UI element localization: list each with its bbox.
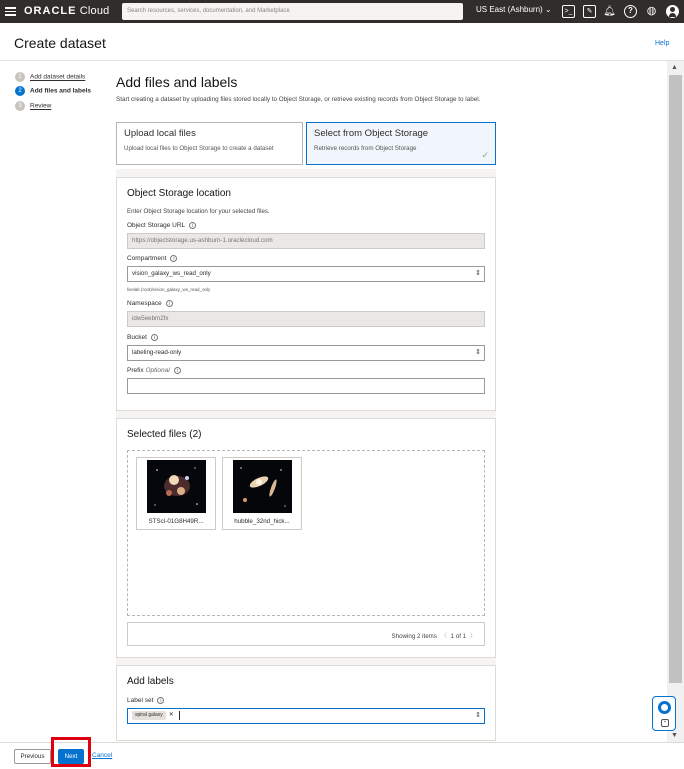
object-storage-url-field: https://objectstorage.us-ashburn-1.oracl… xyxy=(127,233,485,249)
compartment-path-hint: livelab (root)/vision_galaxy_ws_read_onl… xyxy=(127,287,211,292)
section-title: Add files and labels xyxy=(116,74,238,90)
label-chip: spiral galaxy xyxy=(132,711,166,720)
compartment-label: Compartment i xyxy=(127,255,178,262)
bucket-label: Bucket i xyxy=(127,334,158,341)
galaxy-thumbnail-1 xyxy=(147,460,206,513)
cloud-shell-icon[interactable]: >_ xyxy=(562,5,575,18)
step-add-files-and-labels: 2 Add files and labels xyxy=(15,86,91,97)
help-icon[interactable]: ? xyxy=(624,5,637,18)
prefix-label: Prefix Optional i xyxy=(127,367,181,374)
panel-title: Object Storage location xyxy=(127,188,231,199)
section-intro: Start creating a dataset by uploading fi… xyxy=(116,96,481,103)
step-label: Review xyxy=(30,102,52,110)
label-set-input[interactable]: spiral galaxy ✕ ⇕ xyxy=(127,708,485,724)
step-review[interactable]: 3 Review xyxy=(15,101,51,112)
next-button-highlight xyxy=(51,737,91,767)
help-widget[interactable]: ▪ xyxy=(652,696,676,731)
namespace-field: idw5eebm2fx xyxy=(127,311,485,327)
cancel-link[interactable]: Cancel xyxy=(92,752,112,759)
compartment-select[interactable]: vision_galaxy_ws_read_only ⇕ xyxy=(127,266,485,282)
object-storage-url-label: Object Storage URL i xyxy=(127,222,197,229)
panel-subtitle: Enter Object Storage location for your s… xyxy=(127,208,270,215)
menu-icon[interactable] xyxy=(5,7,16,16)
namespace-label: Namespace i xyxy=(127,300,173,307)
chevron-updown-icon: ⇕ xyxy=(475,270,481,277)
scrollbar-thumb[interactable] xyxy=(669,75,682,683)
upload-local-files-tile[interactable]: Upload local files Upload local files to… xyxy=(116,122,303,165)
bell-icon[interactable]: 🔔︎ xyxy=(603,5,616,18)
text-cursor xyxy=(178,711,180,720)
lifebuoy-icon xyxy=(658,701,671,714)
region-selector[interactable]: US East (Ashburn) ⌄ xyxy=(476,5,552,14)
bucket-select[interactable]: labeling-read-only ⇕ xyxy=(127,345,485,361)
user-avatar-icon[interactable] xyxy=(666,5,679,18)
info-icon[interactable]: i xyxy=(157,697,165,704)
galaxy-thumbnail-2 xyxy=(233,460,292,513)
step-label: Add dataset details xyxy=(30,73,86,81)
info-icon[interactable]: i xyxy=(165,300,173,307)
file-card[interactable]: STScI-01G8H49R... xyxy=(136,457,216,530)
info-icon[interactable]: i xyxy=(150,334,158,341)
step-add-dataset-details[interactable]: 1 Add dataset details xyxy=(15,72,85,83)
file-dropzone[interactable]: STScI-01G8H49R... hubble_32nd_hick... xyxy=(127,450,485,616)
pagination-status: Showing 2 items 〈 1 of 1 〉 xyxy=(391,633,476,640)
panel-title: Selected files (2) xyxy=(127,429,202,440)
divider xyxy=(0,60,684,61)
page-title: Create dataset xyxy=(14,35,106,51)
add-labels-panel: Add labels Label set i spiral galaxy ✕ ⇕ xyxy=(116,665,496,741)
prefix-input[interactable] xyxy=(127,378,485,394)
chevron-updown-icon: ⇕ xyxy=(475,349,481,356)
chevron-left-icon[interactable]: 〈 xyxy=(441,633,447,640)
top-navigation-bar: ORACLE Cloud Search resources, services,… xyxy=(0,0,684,23)
tile-description: Upload local files to Object Storage to … xyxy=(124,145,274,152)
object-storage-location-panel: Object Storage location Enter Object Sto… xyxy=(116,177,496,411)
remove-chip-icon[interactable]: ✕ xyxy=(169,712,174,718)
file-name: hubble_32nd_hick... xyxy=(234,518,290,525)
chevron-updown-icon: ⇕ xyxy=(475,712,481,719)
oracle-cloud-logo[interactable]: ORACLE Cloud xyxy=(24,5,109,17)
selected-files-panel: Selected files (2) STScI-01G8H49R... hub… xyxy=(116,418,496,658)
step-label: Add files and labels xyxy=(30,87,92,95)
panel-title: Add labels xyxy=(127,676,174,687)
file-card[interactable]: hubble_32nd_hick... xyxy=(222,457,302,530)
search-input[interactable]: Search resources, services, documentatio… xyxy=(122,3,463,20)
tile-title: Upload local files xyxy=(124,128,196,139)
step-number: 1 xyxy=(15,72,25,82)
tile-title: Select from Object Storage xyxy=(314,128,429,139)
expand-icon[interactable]: ▪ xyxy=(661,719,669,727)
globe-icon[interactable]: ◍ xyxy=(645,5,658,18)
select-from-object-storage-tile[interactable]: Select from Object Storage Retrieve reco… xyxy=(306,122,496,165)
file-name: STScI-01G8H49R... xyxy=(148,518,204,525)
checkmark-icon: ✓ xyxy=(481,150,489,160)
chevron-right-icon[interactable]: 〉 xyxy=(470,633,476,640)
edit-icon[interactable]: ✎ xyxy=(583,5,596,18)
pagination-bar: Showing 2 items 〈 1 of 1 〉 xyxy=(127,622,485,646)
step-number: 3 xyxy=(15,101,25,111)
info-icon[interactable]: i xyxy=(173,367,181,374)
previous-button[interactable]: Previous xyxy=(14,749,51,764)
scroll-up-icon[interactable]: ▲ xyxy=(671,64,678,71)
step-number: 2 xyxy=(15,86,25,96)
label-set-label: Label set i xyxy=(127,697,165,704)
tile-description: Retrieve records from Object Storage xyxy=(314,145,417,152)
info-icon[interactable]: i xyxy=(189,222,197,229)
info-icon[interactable]: i xyxy=(170,255,178,262)
help-link[interactable]: Help xyxy=(655,40,669,47)
scroll-down-icon[interactable]: ▼ xyxy=(671,732,678,739)
